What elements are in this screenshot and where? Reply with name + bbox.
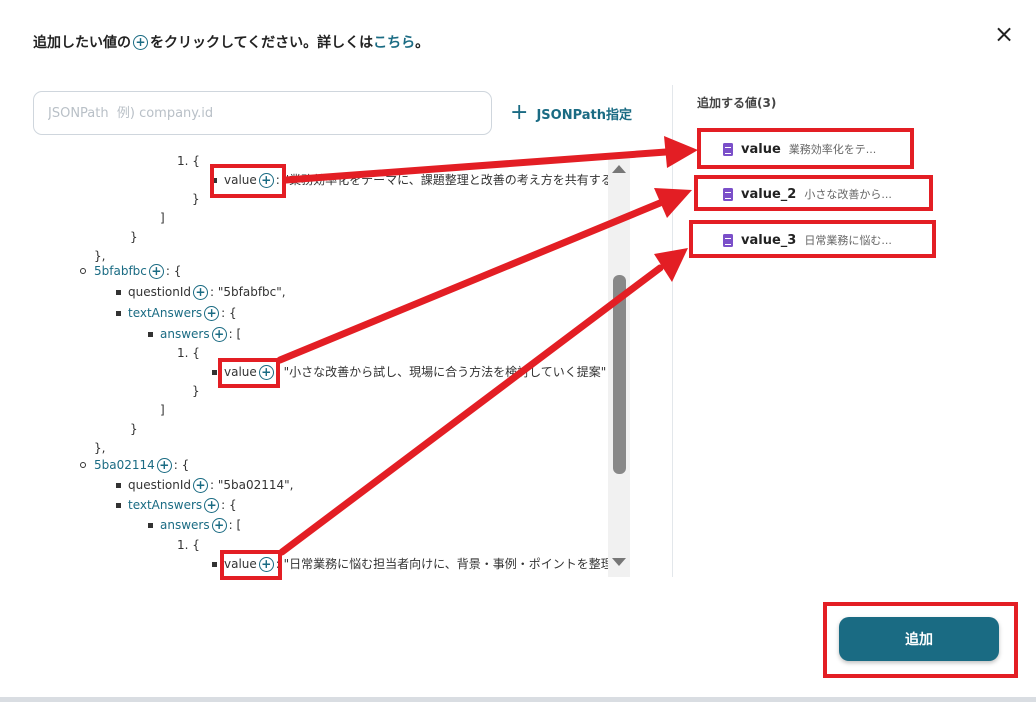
- tree-line: answers + : [: [148, 325, 241, 343]
- arrow-head: [654, 188, 692, 218]
- scrollbar-thumb[interactable]: [613, 275, 626, 474]
- field-punct: : {: [221, 498, 237, 512]
- field-key: 5ba02114: [94, 458, 155, 472]
- arrow-head: [654, 248, 688, 282]
- field-key: textAnswers: [128, 498, 203, 512]
- instruction-text-after: 。: [415, 35, 430, 51]
- add-field-button[interactable]: +: [156, 457, 172, 473]
- field-punct: : {: [165, 264, 182, 278]
- instruction-text-before: 追加したい値の: [33, 35, 131, 51]
- tree-line: },: [94, 441, 106, 455]
- tree-line: answers + : [: [148, 516, 241, 534]
- tree-line: questionId + : "5ba02114",: [116, 476, 294, 494]
- plus-circle-icon: +: [133, 34, 148, 50]
- highlight-box: [823, 602, 1018, 678]
- tree-line: 1. {: [177, 538, 200, 552]
- add-field-button[interactable]: +: [211, 517, 227, 533]
- highlight-box: [694, 175, 933, 211]
- bullet: [148, 331, 153, 337]
- add-field-button[interactable]: +: [204, 497, 220, 513]
- bullet: [116, 289, 121, 295]
- json-tree: 1. { value + : "業務効率化をテーマに、課題整理と改善の考え方を共…: [70, 148, 615, 576]
- tree-line: ]: [160, 403, 165, 417]
- circle-bullet: [80, 462, 86, 468]
- panel-divider: [672, 85, 673, 577]
- field-value: : "小さな改善から試し、現場に合う方法を検討していく提案": [275, 365, 607, 379]
- tree-line: 5ba02114 + : {: [80, 456, 189, 474]
- add-field-button[interactable]: +: [193, 477, 208, 493]
- jsonpath-input[interactable]: [33, 91, 492, 135]
- highlight-box: [218, 358, 280, 388]
- tree-line: 1. {: [177, 346, 200, 360]
- highlight-box: [697, 128, 914, 169]
- scroll-down-arrow-icon[interactable]: [612, 558, 626, 566]
- field-punct: : [: [228, 518, 242, 532]
- bullet: [116, 310, 121, 316]
- tree-line: textAnswers + : {: [116, 304, 237, 322]
- added-values-title: 追加する値(3): [697, 96, 777, 110]
- add-field-button[interactable]: +: [211, 326, 227, 342]
- tree-line: questionId + : "5bfabfbc",: [116, 283, 286, 301]
- field-key: textAnswers: [128, 306, 203, 320]
- scroll-up-arrow-icon[interactable]: [612, 165, 626, 173]
- help-link[interactable]: こちら: [373, 32, 415, 52]
- tree-line: ]: [160, 211, 165, 225]
- bullet: [148, 522, 153, 528]
- jsonpath-add-label: JSONPath指定: [536, 107, 632, 123]
- field-key: 5bfabfbc: [94, 264, 147, 278]
- field-key: questionId: [128, 478, 191, 492]
- bullet: [212, 369, 217, 375]
- add-field-button[interactable]: +: [148, 263, 164, 279]
- tree-line: 5bfabfbc + : {: [80, 262, 181, 280]
- tree-line: }: [192, 384, 200, 398]
- bullet: [116, 482, 121, 488]
- highlight-box: [210, 164, 286, 198]
- instruction-text-middle: をクリックしてください。詳しくは: [150, 35, 374, 51]
- instruction-text: 追加したい値の + をクリックしてください。詳しくは こちら 。: [33, 32, 429, 52]
- field-value: : "日常業務に悩む担当者向けに、背景・事例・ポイントを整理": [275, 557, 615, 571]
- highlight-box: [689, 220, 936, 258]
- jsonpath-add-button[interactable]: + JSONPath指定: [510, 100, 632, 126]
- field-punct: : {: [173, 458, 190, 472]
- arrow-head: [664, 136, 698, 168]
- field-value: : "5bfabfbc",: [210, 285, 286, 299]
- tree-line: 1. {: [177, 154, 200, 168]
- field-value: : "業務効率化をテーマに、課題整理と改善の考え方を共有する: [275, 173, 613, 187]
- tree-line: textAnswers + : {: [116, 496, 237, 514]
- field-value: : "5ba02114",: [210, 478, 294, 492]
- tree-line: }: [130, 230, 138, 244]
- highlight-box: [220, 550, 282, 580]
- field-key: answers: [160, 327, 210, 341]
- field-key: answers: [160, 518, 210, 532]
- bullet: [212, 561, 217, 567]
- bottom-border: [0, 697, 1036, 702]
- tree-line: }: [192, 192, 200, 206]
- field-key: questionId: [128, 285, 191, 299]
- field-punct: : {: [221, 306, 237, 320]
- plus-icon: +: [510, 100, 529, 125]
- add-field-button[interactable]: +: [204, 305, 220, 321]
- tree-line: }: [130, 422, 138, 436]
- bullet: [116, 502, 121, 508]
- circle-bullet: [80, 268, 86, 274]
- add-field-button[interactable]: +: [193, 284, 208, 300]
- close-icon[interactable]: ×: [993, 22, 1015, 46]
- field-punct: : [: [228, 327, 242, 341]
